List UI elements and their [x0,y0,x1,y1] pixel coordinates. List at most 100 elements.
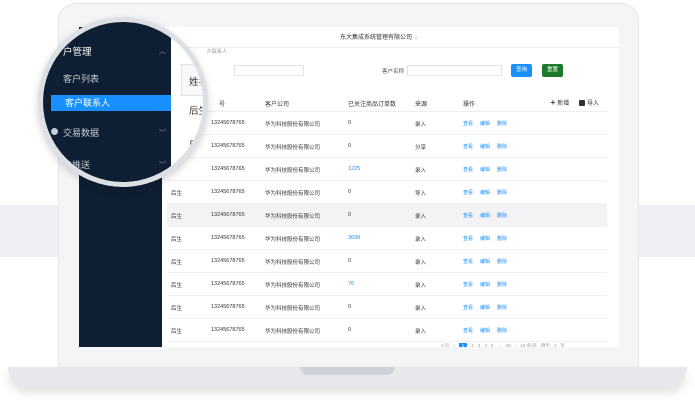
phone-cell: 13245678765 [211,327,245,333]
column-header-phone: 号 [219,102,226,108]
nav-section-customers[interactable]: 户管理 [63,44,92,58]
delete-link[interactable]: 删除 [497,258,507,265]
nav-item-customer-contacts[interactable]: 客户联系人 [51,95,171,111]
breadcrumb: 户联系人 [207,49,228,55]
table-row: 后生 13245678765 华为科技股份有限公司 0 录入 查看 编辑 删除 [167,296,607,319]
edit-link[interactable]: 编辑 [480,143,490,150]
company-cell: 华为科技股份有限公司 [265,237,321,243]
nav-item-customer-list[interactable]: 客户列表 [63,72,99,85]
orders-cell[interactable]: 3699 [348,235,360,241]
delete-link[interactable]: 删除 [497,212,507,219]
delete-link[interactable]: 删除 [497,235,507,242]
company-cell: 华为科技股份有限公司 [265,214,321,220]
delete-link[interactable]: 删除 [497,327,507,334]
nav-section-trade-data[interactable]: 交易数据 [63,126,99,139]
contact-name-cell: 后生 [171,191,183,197]
delete-link[interactable]: 删除 [497,120,507,127]
pagination-item[interactable]: 1 页 [441,343,449,347]
view-link[interactable]: 查看 [463,212,473,219]
source-cell: 录入 [415,122,427,128]
import-label: 导入 [586,101,599,107]
customer-name-input[interactable] [407,65,502,76]
query-button[interactable]: 查询 [511,64,532,77]
delete-link[interactable]: 删除 [497,143,507,150]
nav-section-push[interactable]: 息推送 [63,158,90,171]
view-link[interactable]: 查看 [463,235,473,242]
pagination-item[interactable]: 10 条/页 [520,343,537,347]
pagination-item[interactable]: 1 [458,343,468,347]
pagination-item[interactable]: … [497,343,502,347]
contact-name-cell: 后生 [171,260,183,266]
orders-cell: 0 [348,189,352,195]
contacts-table: 号 客户公司 已关注商品订单数 来源 操作 + 新增 导入 13245678765… [167,95,607,342]
pagination-item[interactable]: 4 [484,343,487,347]
pagination-item[interactable]: 2 [471,343,474,347]
view-link[interactable]: 查看 [463,327,473,334]
contact-name-cell: 后生 [171,306,183,312]
phone-cell: 13245678765 [211,258,245,264]
edit-link[interactable]: 编辑 [480,120,490,127]
pagination-item[interactable]: 跳至 [541,343,550,347]
column-header-source: 来源 [415,102,428,108]
edit-link[interactable]: 编辑 [480,235,490,242]
background-band-right [637,205,695,257]
column-header-company: 客户公司 [265,102,290,108]
pagination-item[interactable]: 页 [560,343,565,347]
orders-cell: 0 [348,212,352,218]
background-band-left [0,205,60,257]
edit-link[interactable]: 编辑 [480,189,490,196]
edit-link[interactable]: 编辑 [480,212,490,219]
source-cell: 录入 [415,306,427,312]
company-cell: 华为科技股份有限公司 [265,306,321,312]
view-link[interactable]: 查看 [463,304,473,311]
table-row: 后生 13245678765 华为科技股份有限公司 0 录入 查看 编辑 删除 [167,204,607,227]
contact-name-cell: 后生 [171,214,183,220]
table-row: 后生 13245678765 华为科技股份有限公司 3699 录入 查看 编辑 删除 [167,227,607,250]
import-button[interactable]: 导入 [578,100,599,107]
add-button[interactable]: + 新增 [550,98,570,107]
pagination-item[interactable]: ‹ [453,343,455,347]
view-link[interactable]: 查看 [463,281,473,288]
pagination-item[interactable]: 50 [506,343,511,347]
name-input[interactable] [234,65,304,76]
delete-link[interactable]: 删除 [497,166,507,173]
company-name: 东大集成系统管理有限公司 [340,35,413,41]
edit-link[interactable]: 编辑 [480,281,490,288]
source-cell: 分享 [415,145,427,151]
chevron-up-icon: ︿ [159,48,166,55]
pagination-item[interactable]: 3 [478,343,481,347]
orders-cell[interactable]: 76 [348,281,354,287]
orders-cell[interactable]: 1225 [348,166,360,172]
filter-bar: 客户名称 查询 重置 [167,63,607,89]
pagination-item[interactable]: › [515,343,517,347]
table-row: 后生 13245678765 华为科技股份有限公司 76 录入 查看 编辑 删除 [167,273,607,296]
table-row: 后生 13245678765 华为科技股份有限公司 0 录入 查看 编辑 删除 [167,250,607,273]
view-link[interactable]: 查看 [463,166,473,173]
delete-link[interactable]: 删除 [497,304,507,311]
contact-name-cell: 后生 [171,237,183,243]
company-cell: 华为科技股份有限公司 [265,168,321,174]
company-cell: 华为科技股份有限公司 [265,145,321,151]
phone-cell: 13245678765 [211,304,245,310]
company-select[interactable]: 东大集成系统管理有限公司 ⌄ [340,32,418,41]
laptop-notch [300,367,395,375]
view-link[interactable]: 查看 [463,189,473,196]
pagination-item[interactable]: 1 [554,343,557,347]
phone-cell: 13245678765 [211,212,245,218]
reset-button[interactable]: 重置 [542,64,563,77]
edit-link[interactable]: 编辑 [480,166,490,173]
view-link[interactable]: 查看 [463,120,473,127]
source-cell: 录入 [415,168,427,174]
edit-link[interactable]: 编辑 [480,304,490,311]
view-link[interactable]: 查看 [463,143,473,150]
edit-link[interactable]: 编辑 [480,258,490,265]
edit-link[interactable]: 编辑 [480,327,490,334]
orders-cell: 0 [348,304,352,310]
delete-link[interactable]: 删除 [497,281,507,288]
plus-icon: + [550,98,556,107]
delete-link[interactable]: 删除 [497,189,507,196]
source-cell: 录入 [415,237,427,243]
pagination-item[interactable]: 5 [491,343,494,347]
view-link[interactable]: 查看 [463,258,473,265]
table-row: 13245678765 华为科技股份有限公司 1225 录入 查看 编辑 删除 [167,158,607,181]
